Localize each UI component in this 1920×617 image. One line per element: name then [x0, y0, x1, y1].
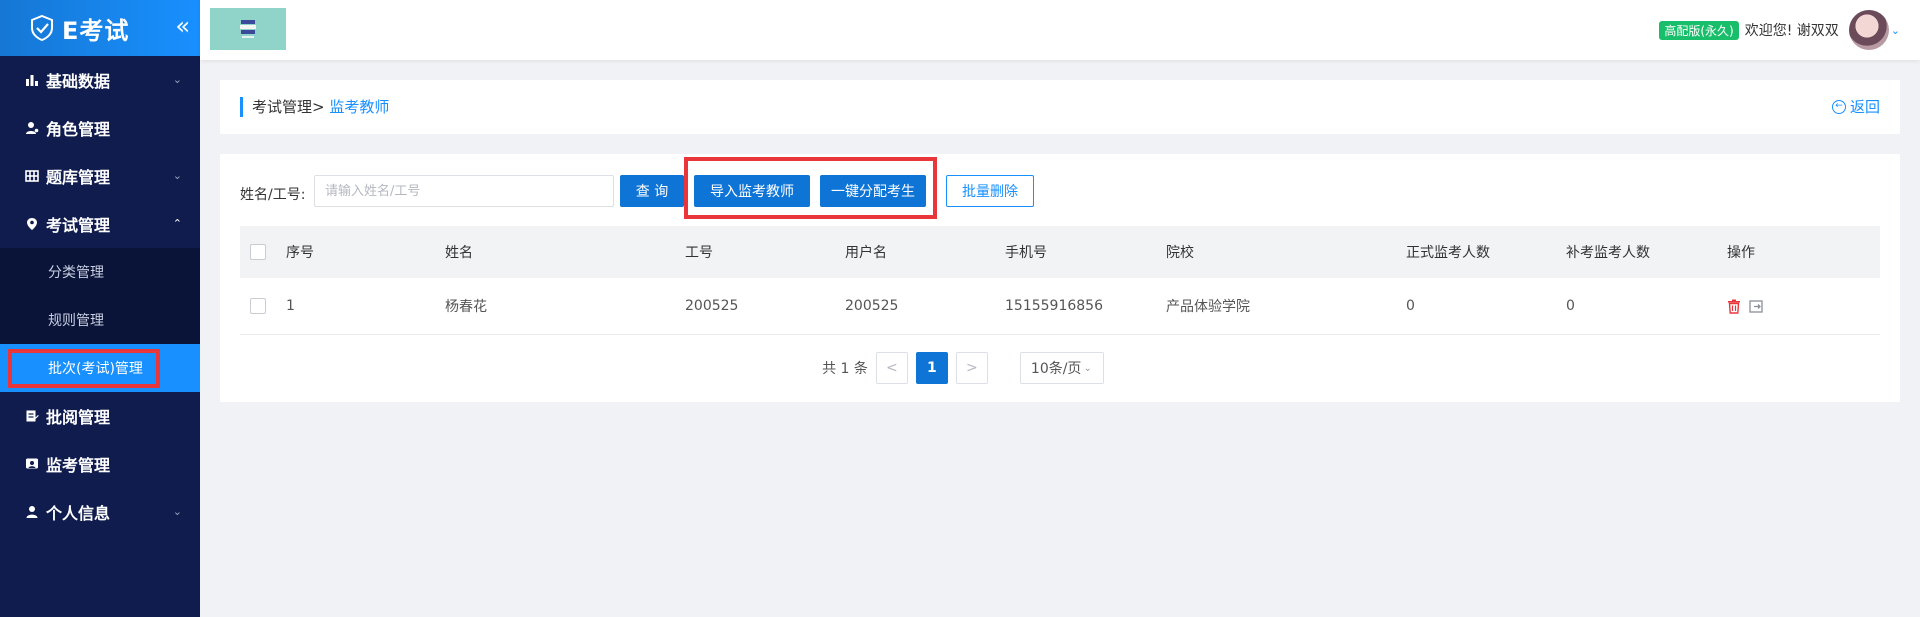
column-header: 手机号 — [1005, 245, 1047, 261]
column-header: 用户名 — [845, 245, 887, 261]
header-thumbnail-image[interactable] — [210, 8, 286, 50]
location-pin-icon — [24, 216, 40, 232]
cell-school: 产品体验学院 — [1166, 299, 1250, 315]
sidebar-item-proctoring[interactable]: 监考管理 — [0, 440, 200, 488]
column-header: 操作 — [1727, 245, 1755, 261]
filter-label: 姓名/工号: — [240, 187, 306, 203]
top-header: 高配版(永久) 欢迎您! 谢双双 ⌄ — [200, 0, 1920, 60]
sidebar-menu: 基础数据 ⌄ 角色管理 题库管理 ⌄ 考试管理 ⌃ — [0, 56, 200, 248]
cell-index: 1 — [286, 298, 295, 314]
column-header: 姓名 — [445, 245, 473, 261]
pagination: 共 1 条 < 1 > 10条/页 ⌄ — [220, 352, 1900, 384]
page-size-value: 10条/页 — [1030, 361, 1082, 377]
avatar[interactable] — [1848, 10, 1889, 50]
sidebar-item-role[interactable]: 角色管理 — [0, 104, 200, 152]
welcome-text: 欢迎您! 谢双双 — [1744, 23, 1839, 39]
back-label: 返回 — [1849, 98, 1880, 116]
chevron-up-icon: ⌃ — [172, 217, 182, 230]
sidebar-item-exam-management[interactable]: 考试管理 ⌃ — [0, 200, 200, 248]
sidebar-item-question-bank[interactable]: 题库管理 ⌄ — [0, 152, 200, 200]
chevron-down-icon: ⌄ — [172, 73, 182, 86]
chevron-down-icon: ⌄ — [172, 169, 182, 182]
sidebar: E考试 « 基础数据 ⌄ 角色管理 题库管理 ⌄ 考试管理 ⌃ 分类管理 规则管… — [0, 0, 200, 617]
cell-actions — [1727, 278, 1764, 334]
edit-doc-icon — [24, 408, 40, 424]
shield-logo-icon — [31, 14, 53, 42]
cell-job-no: 200525 — [685, 298, 739, 314]
column-header: 院校 — [1166, 245, 1194, 261]
table-header: 序号 姓名 工号 用户名 手机号 院校 正式监考人数 补考监考人数 操作 — [240, 226, 1880, 278]
logo-bar: E考试 « — [0, 0, 200, 56]
sidebar-menu-lower: 批阅管理 监考管理 个人信息 ⌄ — [0, 392, 200, 536]
bar-chart-icon — [24, 72, 40, 88]
sidebar-subitem-category[interactable]: 分类管理 — [0, 248, 200, 296]
checkbox[interactable] — [250, 244, 266, 260]
plan-badge: 高配版(永久) — [1659, 20, 1739, 40]
user-area: 高配版(永久) 欢迎您! 谢双双 ⌄ — [1659, 10, 1900, 50]
page-size-select[interactable]: 10条/页 ⌄ — [1019, 352, 1104, 384]
proctor-table: 序号 姓名 工号 用户名 手机号 院校 正式监考人数 补考监考人数 操作 1 杨… — [240, 226, 1880, 335]
row-checkbox-cell[interactable] — [250, 278, 266, 334]
table-row: 1 杨春花 200525 200525 15155916856 产品体验学院 0… — [240, 278, 1880, 335]
chevron-down-icon[interactable]: ⌄ — [1891, 24, 1900, 37]
sidebar-item-label: 个人信息 — [46, 504, 111, 523]
exit-icon[interactable] — [1749, 299, 1764, 313]
cell-name: 杨春花 — [445, 299, 487, 315]
checkbox[interactable] — [250, 298, 266, 314]
breadcrumb-current: 监考教师 — [329, 98, 390, 116]
page-number-button[interactable]: 1 — [915, 352, 948, 384]
chevron-down-icon: ⌄ — [172, 505, 182, 518]
sidebar-item-label: 监考管理 — [46, 456, 111, 475]
batch-delete-button[interactable]: 批量删除 — [946, 175, 1034, 207]
sidebar-subitem-rules[interactable]: 规则管理 — [0, 296, 200, 344]
sidebar-subitem-batch[interactable]: 批次(考试)管理 — [0, 344, 200, 392]
breadcrumb-card: 考试管理> 监考教师 ← 返回 — [220, 80, 1900, 134]
cell-makeup-count: 0 — [1566, 298, 1575, 314]
column-header: 序号 — [286, 245, 314, 261]
column-header: 补考监考人数 — [1566, 245, 1650, 261]
sidebar-item-grading[interactable]: 批阅管理 — [0, 392, 200, 440]
breadcrumb-parent[interactable]: 考试管理> — [252, 98, 325, 116]
column-header: 工号 — [685, 245, 713, 261]
cell-phone: 15155916856 — [1005, 298, 1103, 314]
trash-icon[interactable] — [1727, 299, 1741, 314]
collapse-sidebar-button[interactable]: « — [175, 12, 190, 40]
sidebar-item-label: 题库管理 — [46, 168, 111, 187]
back-arrow-icon: ← — [1831, 99, 1846, 114]
breadcrumb-accent-bar — [240, 97, 243, 117]
sidebar-item-label: 角色管理 — [46, 120, 111, 139]
auto-assign-button[interactable]: 一键分配考生 — [820, 175, 926, 207]
sidebar-item-basic-data[interactable]: 基础数据 ⌄ — [0, 56, 200, 104]
sidebar-item-label: 基础数据 — [46, 72, 111, 91]
next-page-button[interactable]: > — [955, 352, 988, 384]
books-icon — [240, 20, 256, 38]
column-header: 正式监考人数 — [1406, 245, 1490, 261]
sidebar-item-label: 考试管理 — [46, 216, 111, 235]
sidebar-item-profile[interactable]: 个人信息 ⌄ — [0, 488, 200, 536]
exam-submenu: 分类管理 规则管理 批次(考试)管理 — [0, 248, 200, 392]
breadcrumb: 考试管理> 监考教师 — [252, 96, 389, 117]
pagination-total: 共 1 条 — [822, 361, 868, 377]
logo-text: E考试 — [62, 16, 130, 45]
search-button[interactable]: 查 询 — [620, 175, 684, 207]
import-proctor-button[interactable]: 导入监考教师 — [694, 175, 810, 207]
person-icon — [24, 504, 40, 520]
name-search-input[interactable] — [314, 175, 614, 207]
user-role-icon — [24, 120, 40, 136]
grid-icon — [24, 168, 40, 184]
prev-page-button[interactable]: < — [875, 352, 908, 384]
select-all-checkbox[interactable] — [250, 226, 266, 278]
sidebar-item-label: 批阅管理 — [46, 408, 111, 427]
cell-formal-count: 0 — [1406, 298, 1415, 314]
cell-username: 200525 — [845, 298, 899, 314]
chevron-down-icon: ⌄ — [1083, 362, 1092, 374]
back-button[interactable]: ← 返回 — [1831, 96, 1880, 117]
main-card: 姓名/工号: 查 询 导入监考教师 一键分配考生 批量删除 序号 姓名 工号 用… — [220, 154, 1900, 402]
monitor-icon — [24, 456, 40, 472]
